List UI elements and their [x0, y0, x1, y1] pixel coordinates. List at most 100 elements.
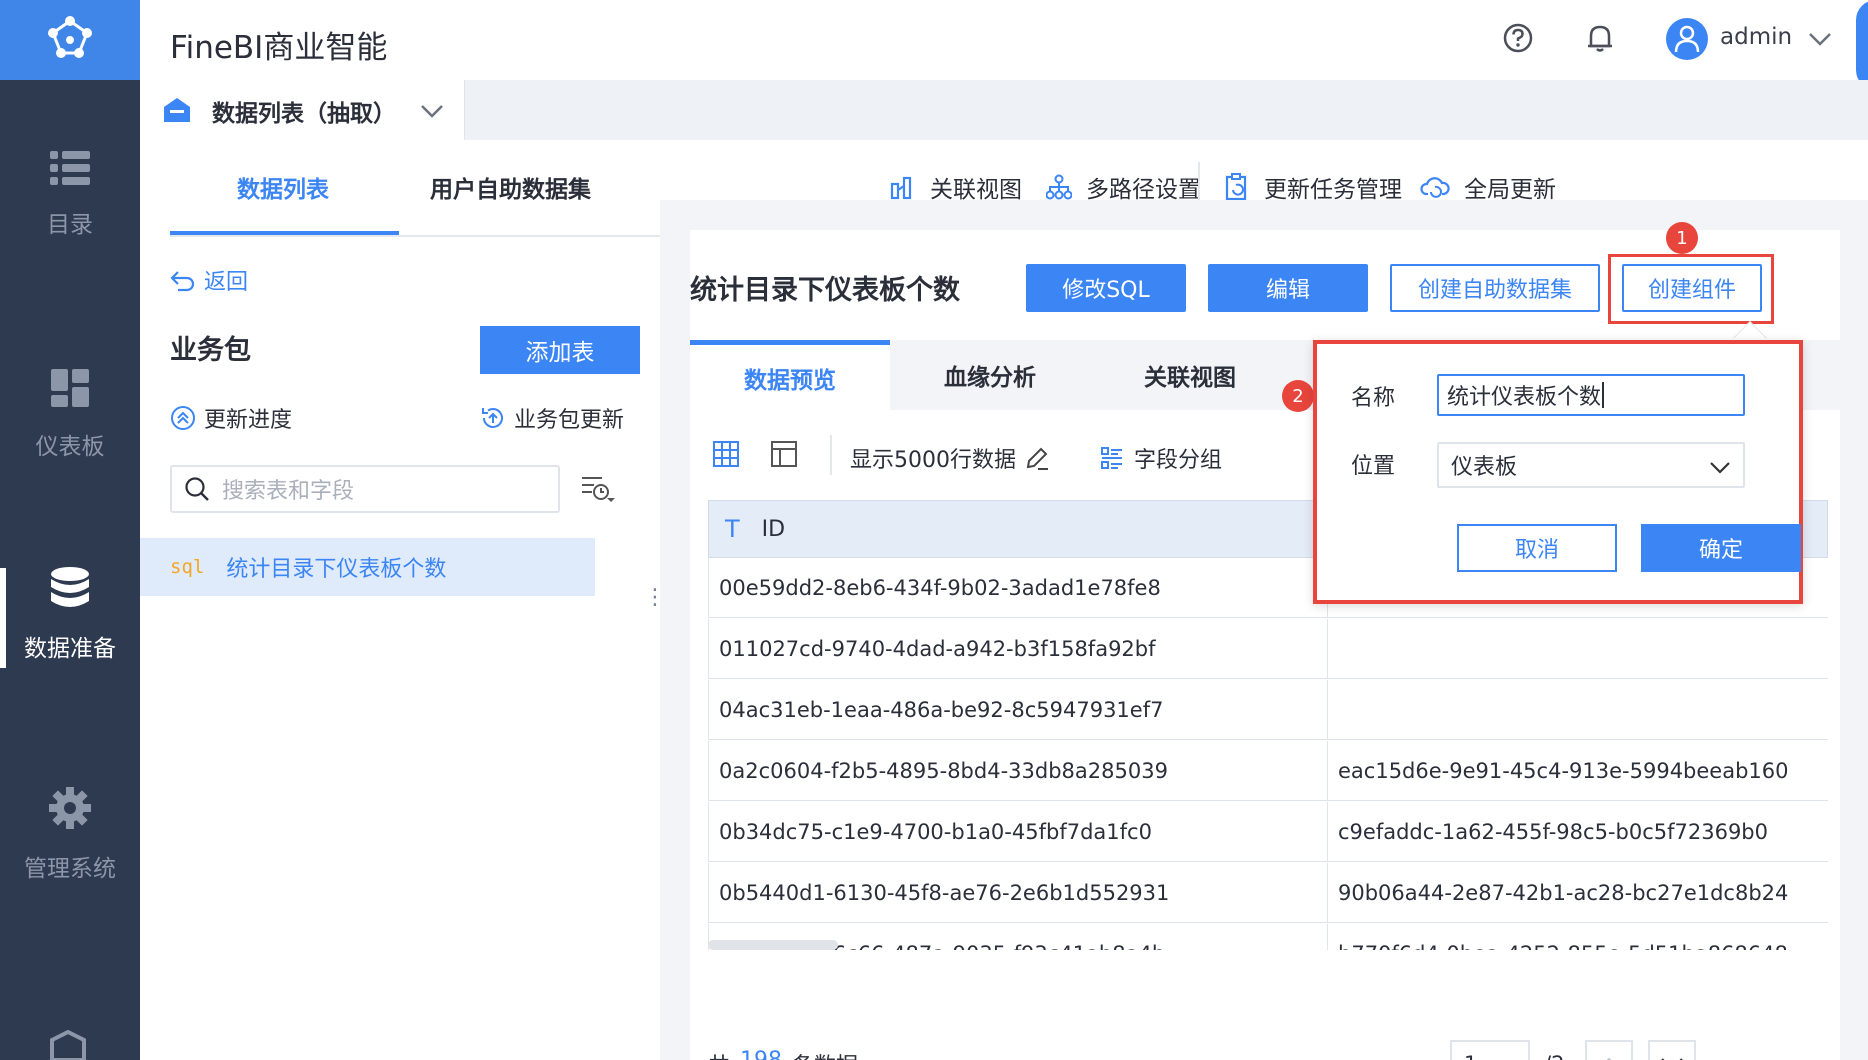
- table-cell: 0a2c0604-f2b5-4895-8bd4-33db8a285039: [709, 740, 1328, 801]
- field-grouping-button[interactable]: 字段分组: [1100, 442, 1222, 474]
- table-cell: 00e59dd2-8eb6-434f-9b02-3adad1e78fe8: [709, 557, 1328, 618]
- nav-label: 数据准备: [24, 636, 116, 662]
- show-rows-label: 显示5000行数据: [850, 448, 1016, 473]
- chevron-down-icon[interactable]: [1709, 456, 1731, 480]
- detail-title: 统计目录下仪表板个数: [690, 275, 960, 306]
- update-task-management-button[interactable]: 更新任务管理: [1224, 170, 1402, 204]
- field-group-label: 字段分组: [1134, 448, 1223, 473]
- next-page-button[interactable]: [1648, 1040, 1696, 1060]
- app-logo[interactable]: [0, 0, 140, 80]
- table-row[interactable]: 0ba6097d-6c66-487a-9035-f93c41ab8a4bb770…: [708, 923, 1828, 950]
- relation-view-button[interactable]: 关联视图: [890, 170, 1022, 204]
- total-count: 198: [740, 1048, 782, 1060]
- create-self-service-dataset-button[interactable]: 创建自助数据集: [1390, 264, 1600, 312]
- cloud-refresh-icon: [1420, 174, 1450, 200]
- bell-icon[interactable]: [1584, 22, 1616, 59]
- tab-data-list-extract[interactable]: 数据列表（抽取）: [140, 80, 465, 140]
- filter-history-icon[interactable]: [580, 474, 616, 511]
- step-badge-1: 1: [1666, 222, 1698, 254]
- tree-item-label: 统计目录下仪表板个数: [226, 557, 447, 582]
- table-row[interactable]: 0a2c0604-f2b5-4895-8bd4-33db8a285039 eac1…: [708, 740, 1828, 801]
- left-nav: 目录 仪表板 数据准备 管理系统: [0, 0, 140, 1060]
- table-row[interactable]: 0b34dc75-c1e9-4700-b1a0-45fbf7da1fc0 c9ef…: [708, 801, 1828, 862]
- back-label: 返回: [204, 270, 249, 295]
- confirm-button[interactable]: 确定: [1641, 524, 1801, 572]
- text-caret: [1602, 382, 1605, 408]
- column-header-id[interactable]: ID: [762, 517, 785, 542]
- business-pack-title: 业务包: [170, 335, 251, 366]
- component-name-input[interactable]: 统计仪表板个数: [1437, 374, 1745, 416]
- business-pack-update-button[interactable]: 业务包更新: [480, 402, 624, 434]
- tool-label: 多路径设置: [1086, 177, 1201, 203]
- row-count-summary: 共 198 条数据: [708, 1048, 858, 1060]
- logo-icon: [48, 16, 92, 58]
- toolbar-divider: [830, 435, 832, 475]
- shield-icon[interactable]: [48, 1029, 88, 1060]
- table-cell: c9efaddc-1a62-455f-98c5-b0c5f72369b0: [1338, 819, 1768, 844]
- text-type-icon: T: [725, 515, 740, 543]
- table-cell: 0b34dc75-c1e9-4700-b1a0-45fbf7da1fc0: [709, 801, 1328, 862]
- task-clipboard-icon: [1224, 173, 1250, 201]
- gear-icon: [49, 787, 91, 829]
- nav-item-catalog[interactable]: 目录: [0, 120, 140, 270]
- table-row[interactable]: 0b5440d1-6130-45f8-ae76-2e6b1d552931 90b0…: [708, 862, 1828, 923]
- user-icon: [1674, 25, 1700, 53]
- multipath-settings-button[interactable]: 多路径设置: [1046, 170, 1201, 204]
- edit-button[interactable]: 编辑: [1208, 264, 1368, 312]
- modify-sql-button[interactable]: 修改SQL: [1026, 264, 1186, 312]
- home-icon: [162, 96, 192, 129]
- cancel-button[interactable]: 取消: [1457, 524, 1617, 572]
- tool-label: 更新任务管理: [1264, 177, 1402, 203]
- back-link[interactable]: 返回: [170, 264, 248, 296]
- create-component-popup: 名称 统计仪表板个数 位置 仪表板 取消 确定: [1313, 340, 1803, 604]
- prev-page-button[interactable]: [1585, 1040, 1633, 1060]
- global-update-button[interactable]: 全局更新: [1420, 170, 1556, 204]
- show-rows-setting[interactable]: 显示5000行数据: [850, 442, 1050, 474]
- chevron-down-icon[interactable]: [1808, 28, 1832, 52]
- app-title: FineBI商业智能: [170, 30, 388, 66]
- nav-item-admin[interactable]: 管理系统: [0, 760, 140, 910]
- hierarchy-icon: [1046, 174, 1072, 200]
- table-tree-item[interactable]: sql 统计目录下仪表板个数: [140, 538, 595, 596]
- table-view-icon[interactable]: [770, 440, 798, 473]
- active-tab-indicator: [170, 231, 399, 235]
- username[interactable]: admin: [1720, 24, 1792, 50]
- tab-self-service-dataset[interactable]: 用户自助数据集: [430, 170, 591, 204]
- chevron-down-icon[interactable]: [420, 100, 444, 124]
- avatar[interactable]: [1666, 18, 1708, 60]
- add-table-button[interactable]: 添加表: [480, 326, 640, 374]
- back-arrow-icon: [170, 271, 195, 292]
- position-label: 位置: [1351, 454, 1396, 479]
- search-input[interactable]: 搜索表和字段: [170, 465, 560, 513]
- update-progress-link[interactable]: 更新进度: [170, 402, 292, 434]
- nav-item-data-prep[interactable]: 数据准备: [0, 540, 140, 690]
- dashboard-icon: [51, 369, 89, 407]
- side-panel-handle[interactable]: [1856, 0, 1868, 90]
- horizontal-scrollbar[interactable]: [708, 940, 838, 950]
- nav-label: 管理系统: [24, 856, 116, 882]
- total-suffix: 条数据: [792, 1048, 858, 1060]
- help-icon[interactable]: [1502, 22, 1534, 59]
- list-icon: [50, 151, 90, 185]
- tool-label: 关联视图: [930, 177, 1022, 203]
- tab-relation-view[interactable]: 关联视图: [1090, 340, 1290, 410]
- name-value: 统计仪表板个数: [1447, 385, 1602, 410]
- page-number-input[interactable]: 1: [1450, 1040, 1530, 1060]
- table-cell: 04ac31eb-1eaa-486a-be92-8c5947931ef7: [709, 679, 1328, 740]
- grid-view-icon[interactable]: [712, 440, 740, 473]
- nav-label: 仪表板: [35, 434, 105, 460]
- tab-lineage-analysis[interactable]: 血缘分析: [890, 340, 1090, 410]
- tool-label: 全局更新: [1464, 177, 1556, 203]
- nav-item-dashboard[interactable]: 仪表板: [0, 340, 140, 490]
- table-row[interactable]: 011027cd-9740-4dad-a942-b3f158fa92bf: [708, 618, 1828, 679]
- tab-label: 数据列表（抽取）: [212, 101, 396, 127]
- double-chevron-up-icon: [171, 406, 195, 430]
- sql-tag: sql: [170, 556, 205, 578]
- search-icon: [185, 477, 209, 501]
- chevron-down-icon: [1661, 1058, 1683, 1060]
- position-select[interactable]: 仪表板: [1437, 442, 1745, 488]
- name-label: 名称: [1351, 386, 1396, 411]
- table-row[interactable]: 04ac31eb-1eaa-486a-be92-8c5947931ef7: [708, 679, 1828, 740]
- tab-data-preview[interactable]: 数据预览: [690, 340, 890, 410]
- tab-data-list[interactable]: 数据列表: [237, 170, 329, 204]
